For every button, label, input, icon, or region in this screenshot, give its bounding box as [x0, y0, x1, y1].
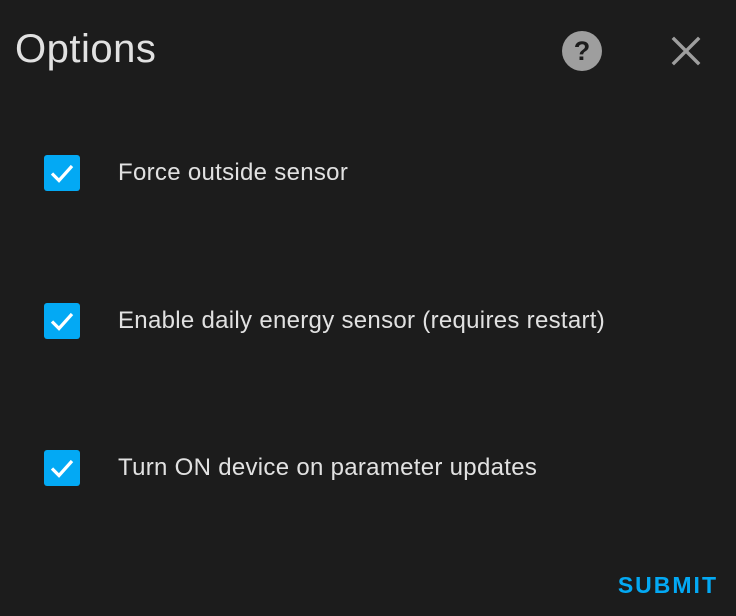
help-button[interactable]: ?: [560, 30, 604, 77]
checkmark-icon: [50, 164, 74, 183]
help-circle-icon: ?: [561, 30, 603, 77]
checkbox[interactable]: [44, 450, 80, 486]
option-label: Enable daily energy sensor (requires res…: [118, 307, 606, 334]
submit-button[interactable]: SUBMIT: [618, 572, 718, 599]
svg-text:?: ?: [574, 36, 591, 66]
option-enable-daily-energy-sensor[interactable]: Enable daily energy sensor (requires res…: [44, 303, 605, 339]
dialog-title: Options: [15, 27, 157, 71]
checkmark-icon: [50, 459, 74, 478]
option-turn-on-device[interactable]: Turn ON device on parameter updates: [44, 450, 537, 486]
checkbox[interactable]: [44, 155, 80, 191]
close-button[interactable]: [664, 31, 708, 75]
option-label: Force outside sensor: [118, 159, 349, 186]
option-label: Turn ON device on parameter updates: [118, 454, 538, 481]
close-icon: [671, 36, 701, 71]
checkbox[interactable]: [44, 303, 80, 339]
option-force-outside-sensor[interactable]: Force outside sensor: [44, 155, 348, 191]
checkmark-icon: [50, 312, 74, 331]
options-dialog: Options ? Force outside sensor Enable da…: [0, 0, 736, 616]
